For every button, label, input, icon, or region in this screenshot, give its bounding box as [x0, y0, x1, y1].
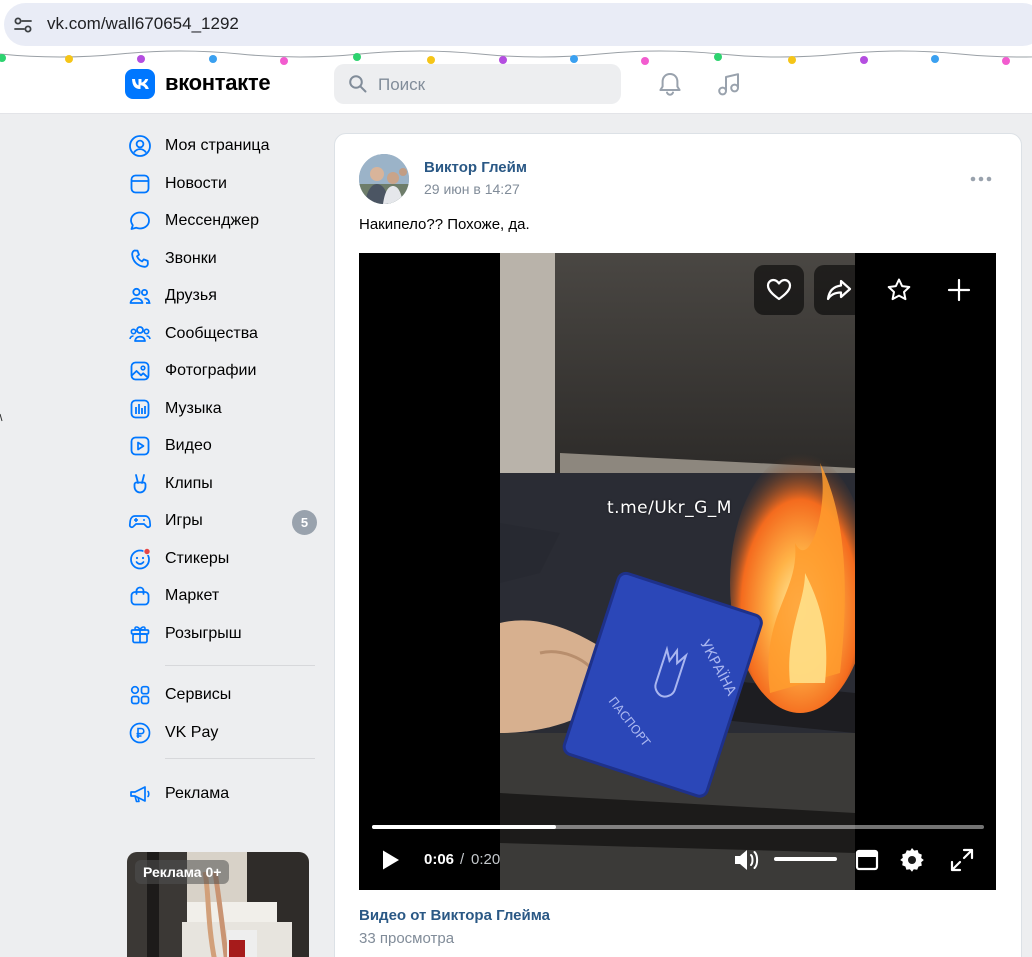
sidebar-item-label: Музыка — [165, 400, 222, 417]
user-circle-icon — [126, 132, 154, 160]
volume-icon[interactable] — [732, 846, 762, 874]
site-settings-icon[interactable] — [12, 14, 34, 36]
sidebar-item-label: Видео — [165, 437, 212, 454]
share-icon — [826, 279, 852, 301]
sidebar-item-giveaway[interactable]: Розыгрыш — [126, 617, 326, 651]
sidebar-item-ads[interactable]: Реклама — [126, 777, 326, 811]
more-options-icon[interactable] — [968, 172, 994, 186]
star-icon — [887, 278, 911, 301]
sidebar-item-stickers[interactable]: Стикеры — [126, 542, 326, 576]
browser-address-bar: vk.com/wall670654_1292 — [0, 0, 1032, 50]
views-count: 33 просмотра — [359, 930, 455, 947]
sidebar-item-label: Сервисы — [165, 686, 232, 703]
sticker-icon — [126, 545, 154, 573]
news-icon — [126, 170, 154, 198]
volume-slider[interactable] — [774, 857, 837, 861]
phone-icon — [126, 245, 154, 273]
time-current: 0:06 — [424, 851, 455, 868]
message-icon — [126, 207, 154, 235]
search-placeholder: Поиск — [378, 75, 426, 94]
sidebar-item-photos[interactable]: Фотографии — [126, 354, 326, 388]
time-total: 0:20 — [471, 851, 501, 868]
gamepad-icon — [126, 507, 154, 535]
vkpay-icon — [126, 719, 154, 747]
sidebar-item-label: Друзья — [165, 287, 217, 304]
video-icon — [126, 432, 154, 460]
heart-icon — [766, 278, 792, 301]
edge-cursor-mark — [0, 413, 3, 422]
clips-icon — [126, 470, 154, 498]
gift-icon — [126, 620, 154, 648]
music-icon[interactable] — [715, 70, 743, 98]
games-badge: 5 — [292, 510, 317, 535]
post-date[interactable]: 29 июн в 14:27 — [424, 181, 520, 197]
video-progress-bar[interactable] — [372, 825, 984, 829]
url-text[interactable]: vk.com/wall670654_1292 — [47, 14, 239, 34]
search-icon — [349, 75, 367, 93]
video-watermark: t.me/Ukr_G_M — [607, 498, 732, 518]
communities-icon — [126, 320, 154, 348]
sidebar-item-services[interactable]: Сервисы — [126, 678, 326, 712]
megaphone-icon — [126, 780, 154, 808]
sidebar-item-label: Сообщества — [165, 325, 258, 342]
post-text: Накипело?? Похоже, да. — [359, 216, 530, 233]
sidebar-item-communities[interactable]: Сообщества — [126, 317, 326, 351]
sidebar-item-label: Реклама — [165, 785, 230, 802]
sidebar-item-label: Звонки — [165, 250, 217, 267]
sidebar-item-clips[interactable]: Клипы — [126, 467, 326, 501]
vk-logo-icon[interactable] — [125, 69, 155, 99]
sidebar-item-label: Мессенджер — [165, 212, 259, 229]
sidebar-item-friends[interactable]: Друзья — [126, 279, 326, 313]
sidebar-item-news[interactable]: Новости — [126, 167, 326, 201]
music-bars-icon — [126, 395, 154, 423]
sidebar-item-market[interactable]: Маркет — [126, 579, 326, 613]
fullscreen-icon[interactable] — [948, 846, 976, 874]
favorite-button[interactable] — [874, 265, 924, 315]
add-button[interactable] — [934, 265, 984, 315]
sidebar-item-label: Моя страница — [165, 137, 270, 154]
sidebar-item-label: Клипы — [165, 475, 213, 492]
sidebar-item-label: Маркет — [165, 587, 220, 604]
sidebar-item-label: Игры — [165, 512, 203, 529]
sidebar-item-label: Новости — [165, 175, 227, 192]
market-icon — [126, 582, 154, 610]
bell-icon[interactable] — [656, 70, 684, 98]
vk-logo-text[interactable]: вконтакте — [165, 70, 271, 96]
sidebar-item-my-page[interactable]: Моя страница — [126, 129, 326, 163]
services-icon — [126, 681, 154, 709]
ad-label: Реклама 0+ — [135, 860, 230, 884]
sidebar-item-label: Фотографии — [165, 362, 257, 379]
sidebar-divider — [165, 758, 315, 759]
video-player[interactable]: УКРАЇНА ПАСПОРТ — [359, 253, 996, 890]
post-author[interactable]: Виктор Глейм — [424, 159, 527, 176]
sidebar-item-video[interactable]: Видео — [126, 429, 326, 463]
sidebar-item-calls[interactable]: Звонки — [126, 242, 326, 276]
friends-icon — [126, 282, 154, 310]
author-avatar[interactable] — [359, 154, 409, 204]
photo-icon — [126, 357, 154, 385]
sidebar-item-music[interactable]: Музыка — [126, 392, 326, 426]
like-button[interactable] — [754, 265, 804, 315]
share-button[interactable] — [814, 265, 864, 315]
picture-in-picture-icon[interactable] — [854, 846, 880, 874]
sidebar-item-messenger[interactable]: Мессенджер — [126, 204, 326, 238]
video-title[interactable]: Видео от Виктора Глейма — [359, 907, 550, 924]
video-progress-fill — [372, 825, 556, 829]
sidebar-item-label: VK Pay — [165, 724, 219, 741]
sidebar-item-vkpay[interactable]: VK Pay — [126, 716, 326, 750]
sidebar-item-label: Розыгрыш — [165, 625, 242, 642]
settings-icon[interactable] — [897, 845, 927, 875]
video-frame: УКРАЇНА ПАСПОРТ — [500, 253, 855, 890]
time-separator: / — [460, 851, 465, 868]
sidebar-divider — [165, 665, 315, 666]
sidebar-item-label: Стикеры — [165, 550, 230, 567]
plus-icon — [947, 278, 971, 302]
play-icon[interactable] — [376, 846, 404, 874]
